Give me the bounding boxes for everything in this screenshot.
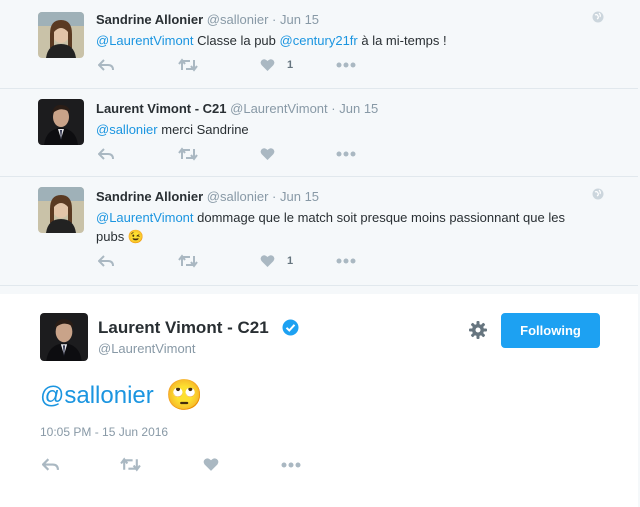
retweet-icon [178,147,198,161]
reply-button[interactable] [98,147,114,161]
reply-icon [98,148,114,160]
heart-icon [260,148,275,160]
verified-badge-icon [282,319,299,336]
retweet-button[interactable] [120,457,141,472]
gear-icon[interactable] [469,321,487,339]
mention-link[interactable]: @sallonier [40,382,154,410]
tweet-text: @sallonier merci Sandrine [96,122,249,137]
author-handle[interactable]: @LaurentVimont [98,341,196,356]
more-button[interactable] [336,151,356,157]
author-handle[interactable]: @sallonier [207,12,269,27]
retweet-icon [178,58,198,72]
like-count: 1 [287,255,294,267]
tweet-timestamp[interactable]: 10:05 PM - 15 Jun 2016 [40,425,168,439]
mention-link[interactable]: @century21fr [280,33,358,48]
heart-icon [260,59,275,71]
retweet-button[interactable] [178,58,198,72]
like-count: 1 [287,59,294,71]
mention-link[interactable]: @sallonier [96,122,158,137]
retweet-icon [120,457,141,472]
author-handle[interactable]: @sallonier [207,189,269,204]
reply-button[interactable] [42,457,59,472]
author-name[interactable]: Laurent Vimont - C21 [96,101,227,116]
tweet-date[interactable]: Jun 15 [280,189,319,204]
retweet-button[interactable] [178,147,198,161]
like-button[interactable] [203,457,219,472]
reply-icon [98,59,114,71]
globe-icon[interactable] [592,11,604,23]
like-button[interactable]: 1 [260,58,293,72]
tweet-date[interactable]: Jun 15 [280,12,319,27]
retweet-icon [178,254,198,268]
avatar[interactable] [40,313,88,361]
reply-button[interactable] [98,254,114,268]
tweet-header: Sandrine Allonier @sallonier · Jun 15 [96,189,319,204]
retweet-button[interactable] [178,254,198,268]
like-button[interactable]: 1 [260,254,293,268]
more-button[interactable] [336,62,356,68]
more-dots-icon [281,462,301,468]
author-name[interactable]: Sandrine Allonier [96,189,203,204]
focused-tweet: Laurent Vimont - C21 @LaurentVimont Foll… [0,294,638,507]
author-handle[interactable]: @LaurentVimont [230,101,328,116]
tweet-text: @LaurentVimont dommage que le match soit… [96,210,565,244]
separator: · [272,12,277,27]
avatar[interactable] [38,99,84,145]
avatar[interactable] [38,187,84,233]
heart-icon [203,458,219,471]
separator: · [331,101,336,116]
thread-tweet[interactable]: Laurent Vimont - C21 @LaurentVimont · Ju… [0,89,638,177]
globe-icon[interactable] [592,188,604,200]
thread-tweet[interactable]: Sandrine Allonier @sallonier · Jun 15 @L… [0,0,638,89]
reply-icon [42,458,59,471]
mention-link[interactable]: @LaurentVimont [96,210,194,225]
more-button[interactable] [336,258,356,264]
following-button[interactable]: Following [501,313,600,348]
heart-icon [260,255,275,267]
tweet-date[interactable]: Jun 15 [339,101,378,116]
reply-icon [98,255,114,267]
more-dots-icon [336,62,356,68]
tweet-text: @sallonier 🙄 [40,378,203,413]
mention-link[interactable]: @LaurentVimont [96,33,194,48]
tweet-text: @LaurentVimont Classe la pub @century21f… [96,33,447,48]
author-name[interactable]: Sandrine Allonier [96,12,203,27]
thread-tweet[interactable]: Sandrine Allonier @sallonier · Jun 15 @L… [0,177,638,286]
tweet-header: Laurent Vimont - C21 @LaurentVimont · Ju… [96,101,378,116]
tweet-header: Sandrine Allonier @sallonier · Jun 15 [96,12,319,27]
like-button[interactable] [260,147,275,161]
eye-roll-emoji: 🙄 [165,379,204,412]
separator: · [272,189,277,204]
more-dots-icon [336,258,356,264]
author-name[interactable]: Laurent Vimont - C21 [98,318,269,338]
more-dots-icon [336,151,356,157]
wink-emoji: 😉 [127,229,144,244]
avatar[interactable] [38,12,84,58]
more-button[interactable] [281,462,301,468]
reply-button[interactable] [98,58,114,72]
